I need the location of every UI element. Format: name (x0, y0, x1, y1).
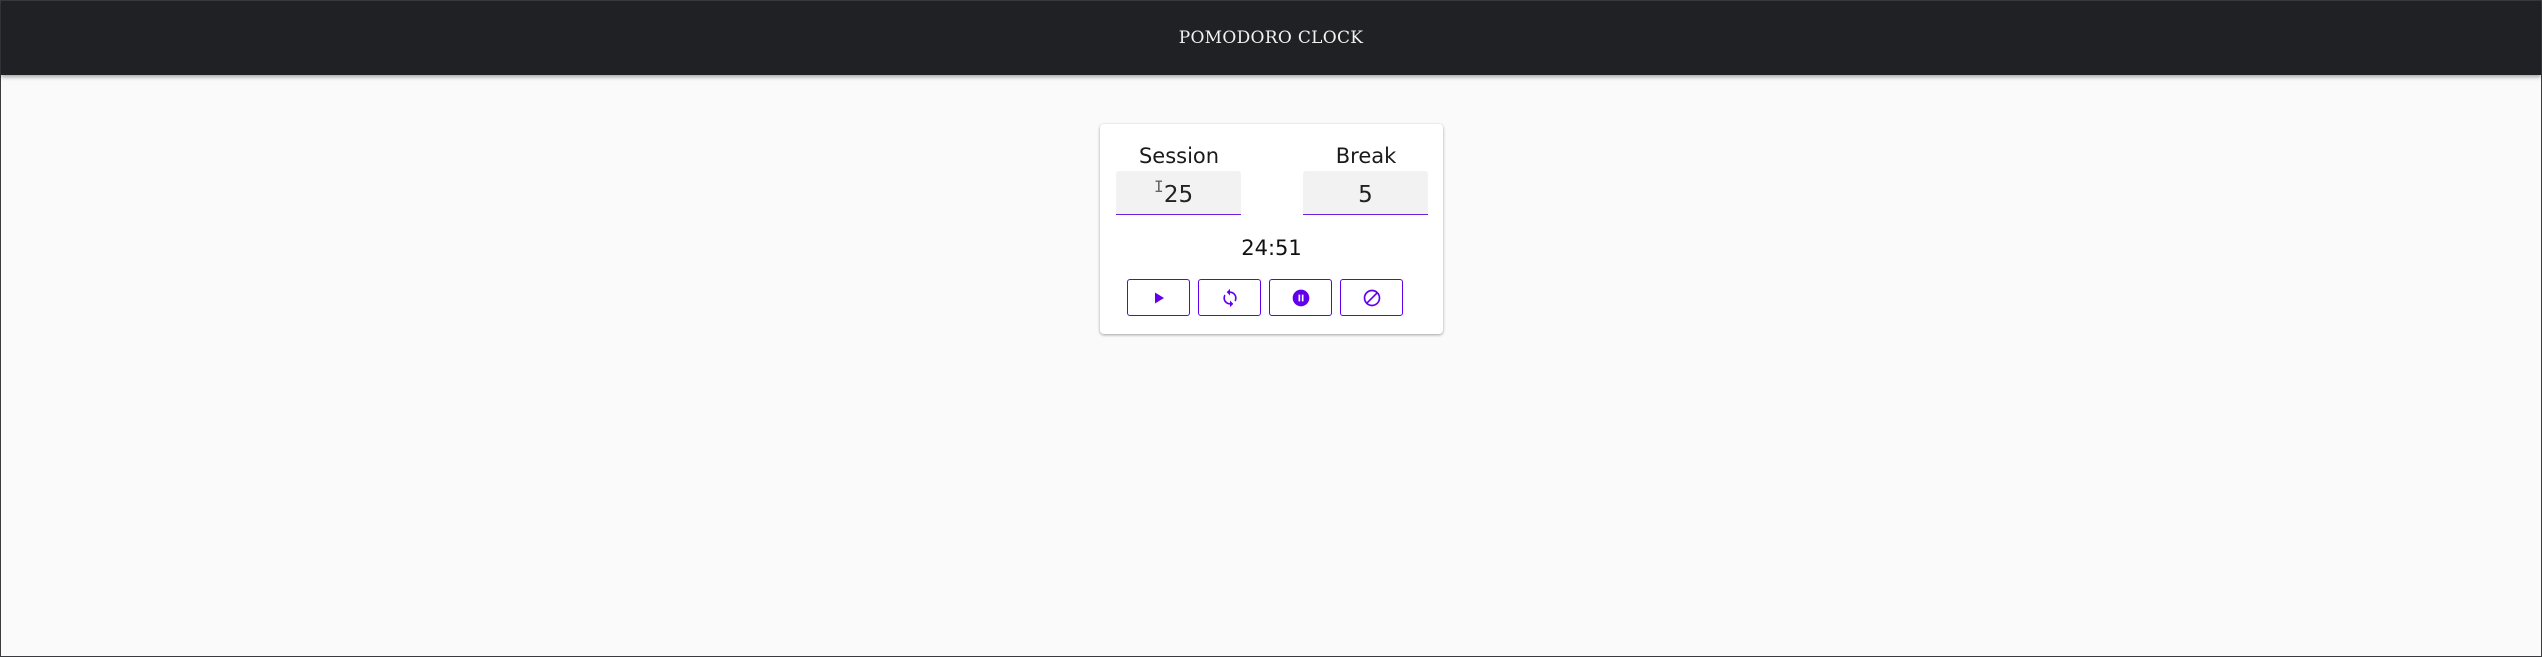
app-bar: POMODORO CLOCK (1, 1, 2541, 75)
control-buttons (1127, 279, 1403, 316)
break-label: Break (1335, 144, 1397, 168)
break-input[interactable] (1303, 171, 1428, 214)
pause-button[interactable] (1269, 279, 1332, 316)
play-button[interactable] (1127, 279, 1190, 316)
session-field[interactable]: I (1116, 171, 1241, 215)
stop-button[interactable] (1340, 279, 1403, 316)
block-icon (1362, 288, 1382, 308)
session-label: Session (1138, 144, 1220, 168)
break-field[interactable] (1303, 171, 1428, 215)
app-title: POMODORO CLOCK (1178, 28, 1364, 48)
session-input[interactable] (1116, 171, 1241, 214)
timer-display: 24:51 (1241, 236, 1302, 260)
play-icon (1152, 291, 1166, 305)
text-cursor-icon: I (1154, 177, 1164, 196)
pomodoro-card: Session I Break 24:51 (1100, 124, 1443, 334)
pause-circle-icon (1291, 288, 1311, 308)
app-window: POMODORO CLOCK Session I Break 24:51 (0, 0, 2542, 657)
restart-button[interactable] (1198, 279, 1261, 316)
refresh-icon (1220, 288, 1240, 308)
